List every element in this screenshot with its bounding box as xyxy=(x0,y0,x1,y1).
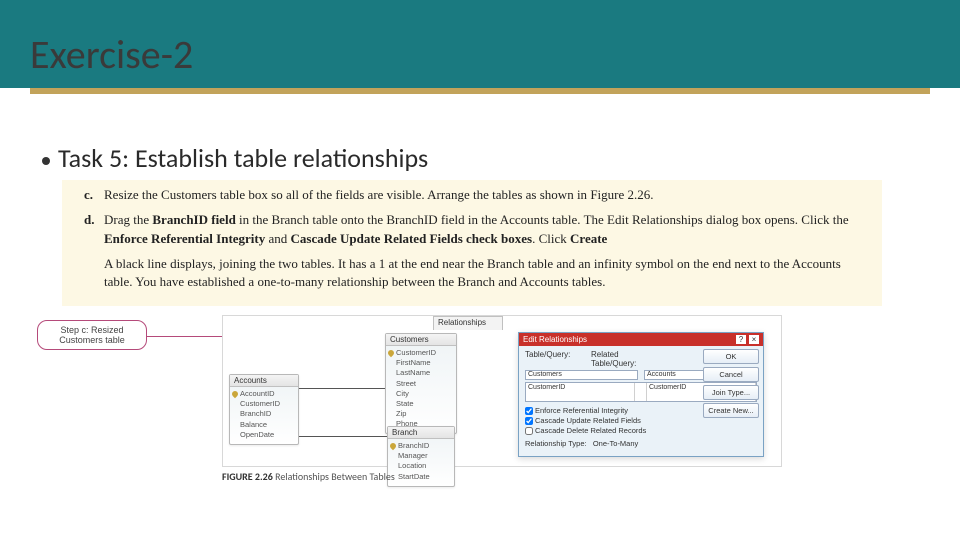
table-customers-fields: CustomerID FirstName LastName Street Cit… xyxy=(386,346,456,433)
close-icon[interactable]: × xyxy=(749,335,759,344)
relationships-diagram: Relationships Accounts AccountID Custome… xyxy=(222,315,782,467)
step-d-letter: d. xyxy=(84,211,104,249)
table-accounts: Accounts AccountID CustomerID BranchID B… xyxy=(229,374,299,445)
bullet-task: Task 5: Establish table relationships xyxy=(42,142,930,174)
rule-teal xyxy=(30,80,930,84)
ok-button[interactable]: OK xyxy=(703,349,759,364)
table-branch-fields: BranchID Manager Location StartDate xyxy=(388,439,454,486)
dialog-titlebar: Edit Relationships ? × xyxy=(519,333,763,346)
figure-area: Step c: Resized Customers table Relation… xyxy=(102,312,922,512)
create-new-button[interactable]: Create New... xyxy=(703,403,759,418)
relationship-type-row: Relationship Type: One-To-Many xyxy=(525,439,757,448)
step-d: d. Drag the BranchID field in the Branch… xyxy=(84,211,872,249)
table-accounts-title: Accounts xyxy=(230,375,298,387)
slide-title: Exercise-2 xyxy=(30,30,193,79)
dialog-title-text: Edit Relationships xyxy=(523,335,587,344)
relation-line-1 xyxy=(299,388,385,389)
relationships-tab: Relationships xyxy=(433,316,503,330)
table-customers: Customers CustomerID FirstName LastName … xyxy=(385,333,457,434)
check-cascade-delete[interactable]: Cascade Delete Related Records xyxy=(525,426,757,436)
rule-gold xyxy=(30,88,930,94)
join-type-button[interactable]: Join Type... xyxy=(703,385,759,400)
edit-relationships-dialog: Edit Relationships ? × Table/Query: Rela… xyxy=(518,332,764,457)
select-table-query[interactable]: Customers xyxy=(525,370,638,380)
label-related-table-query: Related Table/Query: xyxy=(591,350,651,368)
relation-line-2 xyxy=(299,436,387,437)
callout-bubble: Step c: Resized Customers table xyxy=(37,320,147,350)
figure-caption: FIGURE 2.26 Relationships Between Tables xyxy=(222,470,395,483)
cancel-button[interactable]: Cancel xyxy=(703,367,759,382)
table-branch-title: Branch xyxy=(388,427,454,439)
table-customers-title: Customers xyxy=(386,334,456,346)
dialog-buttons: OK Cancel Join Type... Create New... xyxy=(703,349,759,418)
instructions-panel: c. Resize the Customers table box so all… xyxy=(62,180,882,306)
bullet-icon xyxy=(42,157,50,165)
step-c-letter: c. xyxy=(84,186,104,205)
step-c: c. Resize the Customers table box so all… xyxy=(84,186,872,205)
step-d-explain: A black line displays, joining the two t… xyxy=(104,255,872,293)
body-area: Task 5: Establish table relationships c.… xyxy=(0,88,960,512)
table-branch: Branch BranchID Manager Location StartDa… xyxy=(387,426,455,487)
table-accounts-fields: AccountID CustomerID BranchID Balance Op… xyxy=(230,387,298,444)
step-c-text: Resize the Customers table box so all of… xyxy=(104,186,872,205)
step-d-text: Drag the BranchID field in the Branch ta… xyxy=(104,211,872,249)
label-table-query: Table/Query: xyxy=(525,350,585,368)
help-icon[interactable]: ? xyxy=(736,335,746,344)
bullet-text: Task 5: Establish table relationships xyxy=(58,142,428,174)
